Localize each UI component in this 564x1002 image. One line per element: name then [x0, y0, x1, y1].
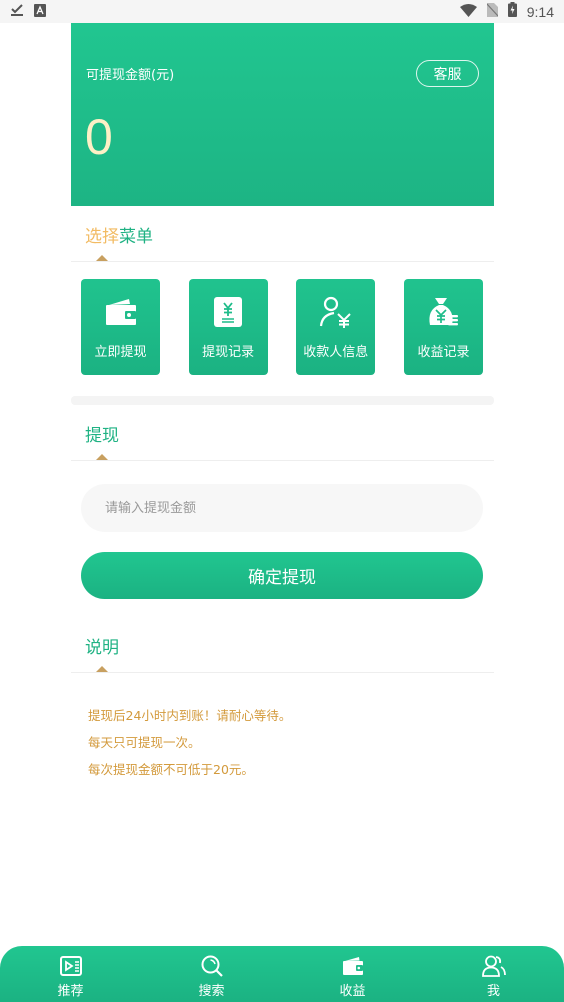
notes-list: 提现后24小时内到账！请耐心等待。 每天只可提现一次。 每次提现金额不可低于20… — [88, 702, 291, 783]
notes-section-title: 说明 — [85, 638, 119, 658]
nav-item-search[interactable]: 搜索 — [141, 946, 282, 1002]
bottom-nav: 推荐 搜索 收益 我 — [0, 946, 564, 1002]
notes-section-header: 说明 — [71, 617, 494, 673]
menu-tile-label: 立即提现 — [94, 345, 147, 360]
customer-service-button[interactable]: 客服 — [416, 60, 479, 87]
search-icon — [200, 954, 224, 978]
download-done-icon — [10, 2, 24, 21]
menu-title-part1: 选择 — [85, 227, 119, 247]
balance-card: 可提现金额(元) 客服 0 — [71, 23, 494, 206]
money-bag-icon — [426, 295, 460, 329]
withdraw-section-header: 提现 — [71, 405, 494, 461]
menu-tile-label: 收款人信息 — [303, 345, 369, 360]
nav-label: 收益 — [339, 984, 366, 999]
menu-section-header: 选择菜单 — [71, 206, 494, 262]
section-divider — [71, 396, 494, 405]
menu-tile-withdraw-records[interactable]: 提现记录 — [188, 279, 268, 375]
nav-item-me[interactable]: 我 — [423, 946, 564, 1002]
withdraw-section-title: 提现 — [85, 426, 119, 446]
yuan-receipt-icon — [211, 295, 245, 329]
user-yuan-icon — [319, 295, 353, 329]
caret-up-icon — [96, 666, 108, 672]
menu-tile-earnings-records[interactable]: 收益记录 — [403, 279, 483, 375]
caret-up-icon — [96, 255, 108, 261]
menu-tile-withdraw-now[interactable]: 立即提现 — [81, 279, 160, 375]
keyboard-a-icon — [34, 2, 46, 21]
confirm-withdraw-button[interactable]: 确定提现 — [81, 552, 483, 599]
withdraw-amount-input[interactable] — [81, 484, 483, 532]
user-icon — [481, 954, 506, 978]
nav-item-recommend[interactable]: 推荐 — [0, 946, 141, 1002]
withdraw-screen: 9:14 可提现金额(元) 客服 0 选择菜单 立即提现 提现记录 收款人信息 … — [0, 0, 564, 1002]
wallet-icon — [341, 954, 365, 978]
caret-up-icon — [96, 454, 108, 460]
balance-amount: 0 — [85, 109, 113, 165]
menu-tile-label: 收益记录 — [417, 345, 470, 360]
nav-label: 我 — [486, 984, 500, 999]
status-bar: 9:14 — [0, 0, 564, 23]
nav-label: 搜索 — [198, 984, 225, 999]
status-time: 9:14 — [526, 3, 554, 20]
note-line: 每天只可提现一次。 — [88, 735, 201, 750]
menu-grid: 立即提现 提现记录 收款人信息 收益记录 — [81, 279, 483, 375]
video-list-icon — [59, 954, 83, 978]
status-left — [10, 2, 46, 21]
battery-charging-icon — [507, 2, 517, 21]
menu-section-title: 选择菜单 — [85, 222, 153, 247]
no-sim-icon — [486, 2, 499, 21]
nav-label: 推荐 — [57, 984, 84, 999]
balance-label: 可提现金额(元) — [86, 68, 175, 83]
wifi-icon — [459, 2, 477, 21]
menu-tile-label: 提现记录 — [202, 345, 255, 360]
menu-title-part2: 菜单 — [119, 227, 153, 247]
status-right: 9:14 — [459, 2, 554, 21]
wallet-icon — [104, 295, 138, 329]
note-line: 每次提现金额不可低于20元。 — [88, 762, 254, 777]
note-line: 提现后24小时内到账！请耐心等待。 — [88, 708, 292, 723]
nav-item-earnings[interactable]: 收益 — [282, 946, 423, 1002]
menu-tile-payee-info[interactable]: 收款人信息 — [296, 279, 376, 375]
